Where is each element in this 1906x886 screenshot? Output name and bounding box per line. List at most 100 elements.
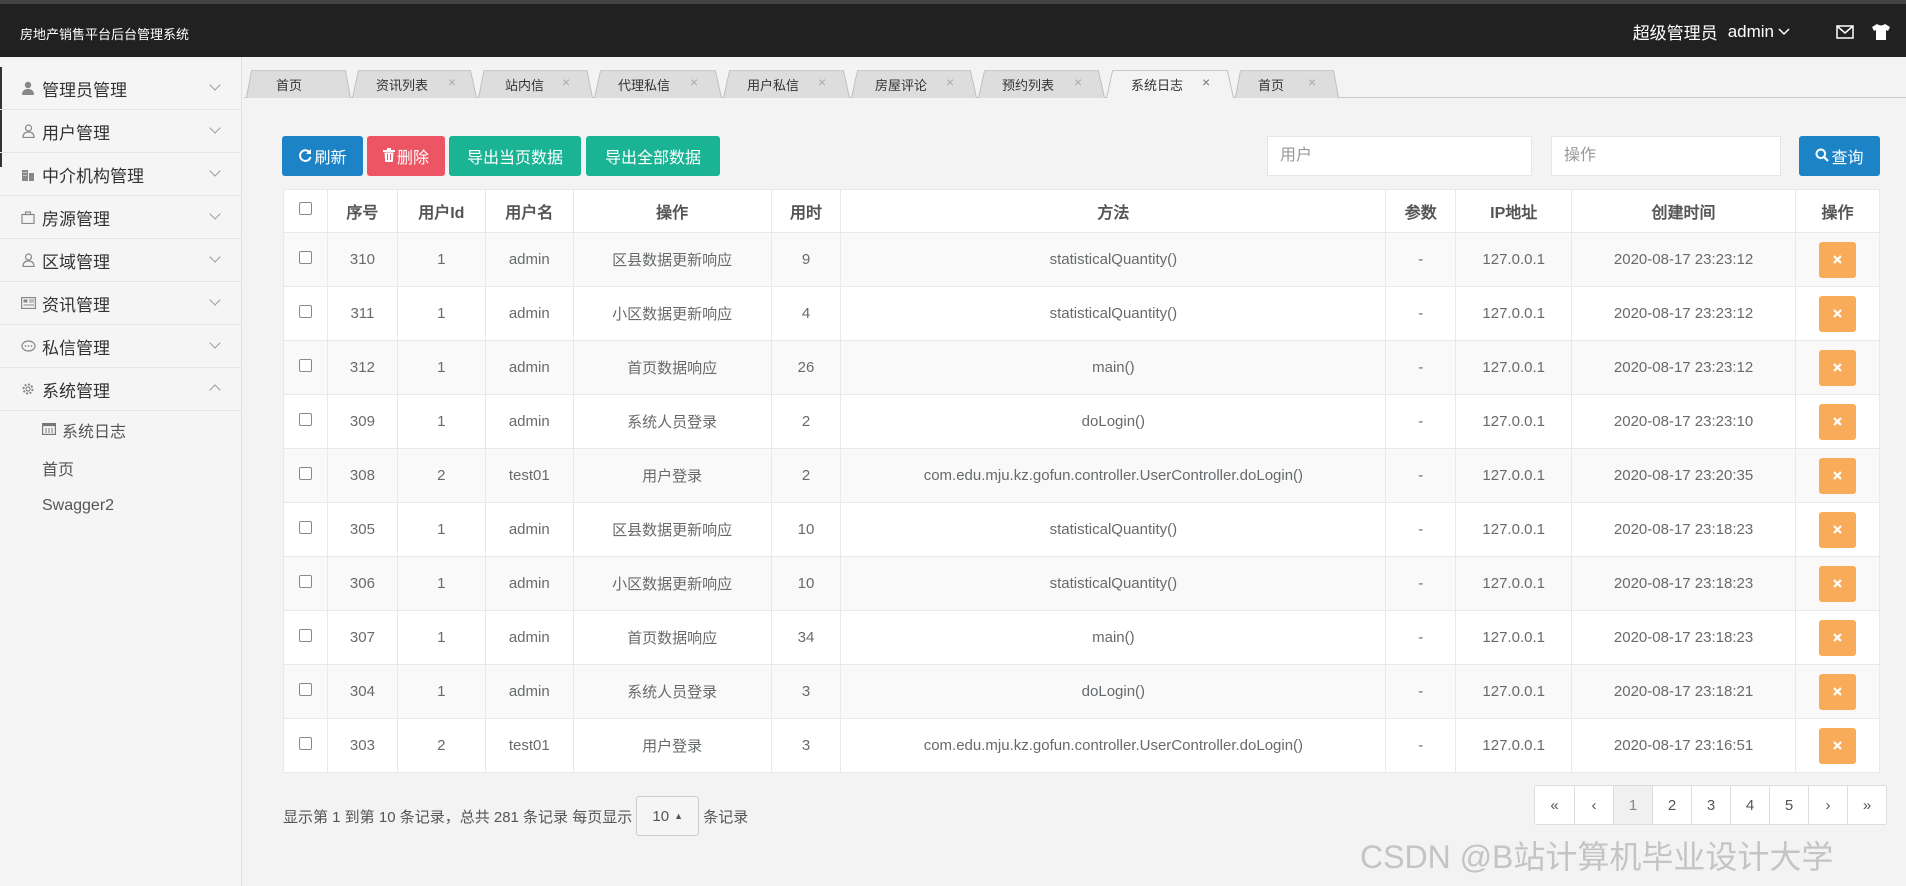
created-time-cell: 2020-08-17 23:23:10 [1571, 394, 1796, 449]
sidebar-item-region-management[interactable]: 区域管理 [0, 239, 241, 282]
refresh-button[interactable]: 刷新 [282, 136, 363, 176]
page-next-button[interactable]: › [1808, 786, 1847, 824]
page-first-button[interactable]: « [1535, 786, 1574, 824]
tab-label[interactable]: 首页 [276, 75, 302, 94]
row-checkbox[interactable] [298, 251, 312, 264]
page-1-button[interactable]: 1 [1613, 786, 1652, 824]
user-search-input[interactable] [1267, 136, 1532, 176]
row-checkbox[interactable] [298, 413, 312, 426]
row-delete-button[interactable] [1818, 619, 1856, 656]
user-menu-dropdown[interactable]: admin [1728, 22, 1790, 42]
page-5-button[interactable]: 5 [1769, 786, 1808, 824]
row-delete-button[interactable] [1818, 565, 1856, 602]
close-icon[interactable]: × [946, 74, 954, 90]
user-role-label: 超级管理员 [1632, 24, 1718, 43]
table-row[interactable]: 312 1 admin 首页数据响应 26 main() -127.0.0.1 2020-08… [283, 340, 1881, 395]
page-last-button[interactable]: » [1847, 786, 1886, 824]
sidebar-subitem-swagger[interactable]: Swagger2 [0, 487, 241, 525]
close-icon[interactable]: × [562, 74, 570, 90]
params-cell: - [1385, 610, 1457, 665]
close-icon[interactable]: × [1074, 74, 1082, 90]
column-header[interactable]: 参数 [1385, 189, 1457, 233]
column-header[interactable]: IP地址 [1455, 189, 1573, 233]
tab-home-2[interactable] [1235, 70, 1339, 98]
close-icon[interactable]: × [1308, 74, 1316, 90]
sidebar-item-agency-management[interactable]: 中介机构管理 [0, 153, 241, 196]
table-row[interactable]: 304 1 admin 系统人员登录 3 doLogin() -127.0.0.1 2020-… [283, 664, 1881, 719]
row-delete-button[interactable] [1818, 457, 1856, 494]
close-icon[interactable]: × [818, 74, 826, 90]
method-cell: statisticalQuantity() [840, 556, 1387, 611]
table-row[interactable]: 309 1 admin 系统人员登录 2 doLogin() -127.0.0.1 2020-… [283, 394, 1881, 449]
tab-label[interactable]: 系统日志 [1131, 75, 1183, 94]
column-header[interactable]: 序号 [326, 189, 398, 233]
delete-button[interactable]: 删除 [367, 136, 445, 176]
tab-label[interactable]: 首页 [1258, 75, 1284, 94]
tab-label[interactable]: 用户私信 [747, 75, 799, 94]
page-2-button[interactable]: 2 [1652, 786, 1691, 824]
sidebar-subitem-home[interactable]: 首页 [0, 449, 241, 487]
column-header[interactable]: 用户名 [484, 189, 574, 233]
sidebar-item-listing-management[interactable]: 房源管理 [0, 196, 241, 239]
tab-label[interactable]: 资讯列表 [376, 75, 428, 94]
row-checkbox[interactable] [298, 629, 312, 642]
close-icon[interactable]: × [448, 74, 456, 90]
sidebar-item-user-management[interactable]: 用户管理 [0, 110, 241, 153]
export-all-button[interactable]: 导出全部数据 [586, 136, 720, 176]
page-4-button[interactable]: 4 [1730, 786, 1769, 824]
row-checkbox[interactable] [298, 737, 312, 750]
table-row[interactable]: 310 1 admin 区县数据更新响应 9 statisticalQuantity() -… [283, 232, 1881, 287]
row-delete-button[interactable] [1818, 673, 1856, 710]
column-header[interactable]: 创建时间 [1571, 189, 1796, 233]
params-cell: - [1385, 448, 1457, 503]
ip-cell: 127.0.0.1 [1455, 286, 1573, 341]
row-delete-button[interactable] [1818, 349, 1856, 386]
row-delete-button[interactable] [1818, 727, 1856, 764]
table-row[interactable]: 307 1 admin 首页数据响应 34 main() -127.0.0.1 2020-08… [283, 610, 1881, 665]
row-delete-button[interactable] [1818, 403, 1856, 440]
page-3-button[interactable]: 3 [1691, 786, 1730, 824]
mail-icon[interactable] [1834, 21, 1856, 43]
sidebar-item-message-management[interactable]: 私信管理 [0, 325, 241, 368]
sidebar-subitem-system-log[interactable]: 系统日志 [0, 411, 241, 449]
tab-label[interactable]: 站内信 [505, 75, 544, 94]
sidebar-item-news-management[interactable]: 资讯管理 [0, 282, 241, 325]
row-checkbox[interactable] [298, 521, 312, 534]
close-icon[interactable]: × [1202, 74, 1210, 90]
select-all-checkbox[interactable] [298, 202, 312, 215]
table-row[interactable]: 303 2 test01 用户登录 3 com.edu.mju.kz.gofun.cont… [283, 718, 1881, 773]
close-icon[interactable]: × [690, 74, 698, 90]
query-button[interactable]: 查询 [1799, 136, 1880, 176]
chevron-down-icon [209, 122, 221, 134]
table-row[interactable]: 306 1 admin 小区数据更新响应 10 statisticalQuantity()… [283, 556, 1881, 611]
tab-label[interactable]: 预约列表 [1002, 75, 1054, 94]
table-row[interactable]: 311 1 admin 小区数据更新响应 4 statisticalQuantity() -… [283, 286, 1881, 341]
page-size-dropdown[interactable]: 10 ▲ [636, 796, 700, 836]
row-checkbox[interactable] [298, 467, 312, 480]
table-row[interactable]: 305 1 admin 区县数据更新响应 10 statisticalQuantity()… [283, 502, 1881, 557]
column-header[interactable]: 方法 [840, 189, 1387, 233]
operation-search-input[interactable] [1551, 136, 1781, 176]
sidebar-item-system-management[interactable]: 系统管理 [0, 368, 241, 411]
tab-label[interactable]: 代理私信 [618, 75, 670, 94]
tshirt-icon[interactable] [1870, 21, 1892, 43]
row-checkbox[interactable] [298, 575, 312, 588]
row-checkbox[interactable] [298, 305, 312, 318]
column-header[interactable]: 操作 [572, 189, 772, 233]
tab-label[interactable]: 房屋评论 [875, 75, 927, 94]
refresh-icon [298, 148, 312, 165]
column-header[interactable]: 用户Id [396, 189, 486, 233]
row-checkbox[interactable] [298, 359, 312, 372]
sidebar-item-admin-management[interactable]: 管理员管理 [0, 67, 241, 110]
method-cell: main() [840, 610, 1387, 665]
row-delete-button[interactable] [1818, 511, 1856, 548]
row-delete-button[interactable] [1818, 295, 1856, 332]
duration-cell: 3 [770, 664, 842, 719]
table-row[interactable]: 308 2 test01 用户登录 2 com.edu.mju.kz.gofun.cont… [283, 448, 1881, 503]
row-delete-button[interactable] [1818, 241, 1856, 278]
export-page-button[interactable]: 导出当页数据 [449, 136, 581, 176]
sidebar-item-label: 用户管理 [42, 123, 110, 143]
row-checkbox[interactable] [298, 683, 312, 696]
page-prev-button[interactable]: ‹ [1574, 786, 1613, 824]
column-header[interactable]: 用时 [770, 189, 842, 233]
